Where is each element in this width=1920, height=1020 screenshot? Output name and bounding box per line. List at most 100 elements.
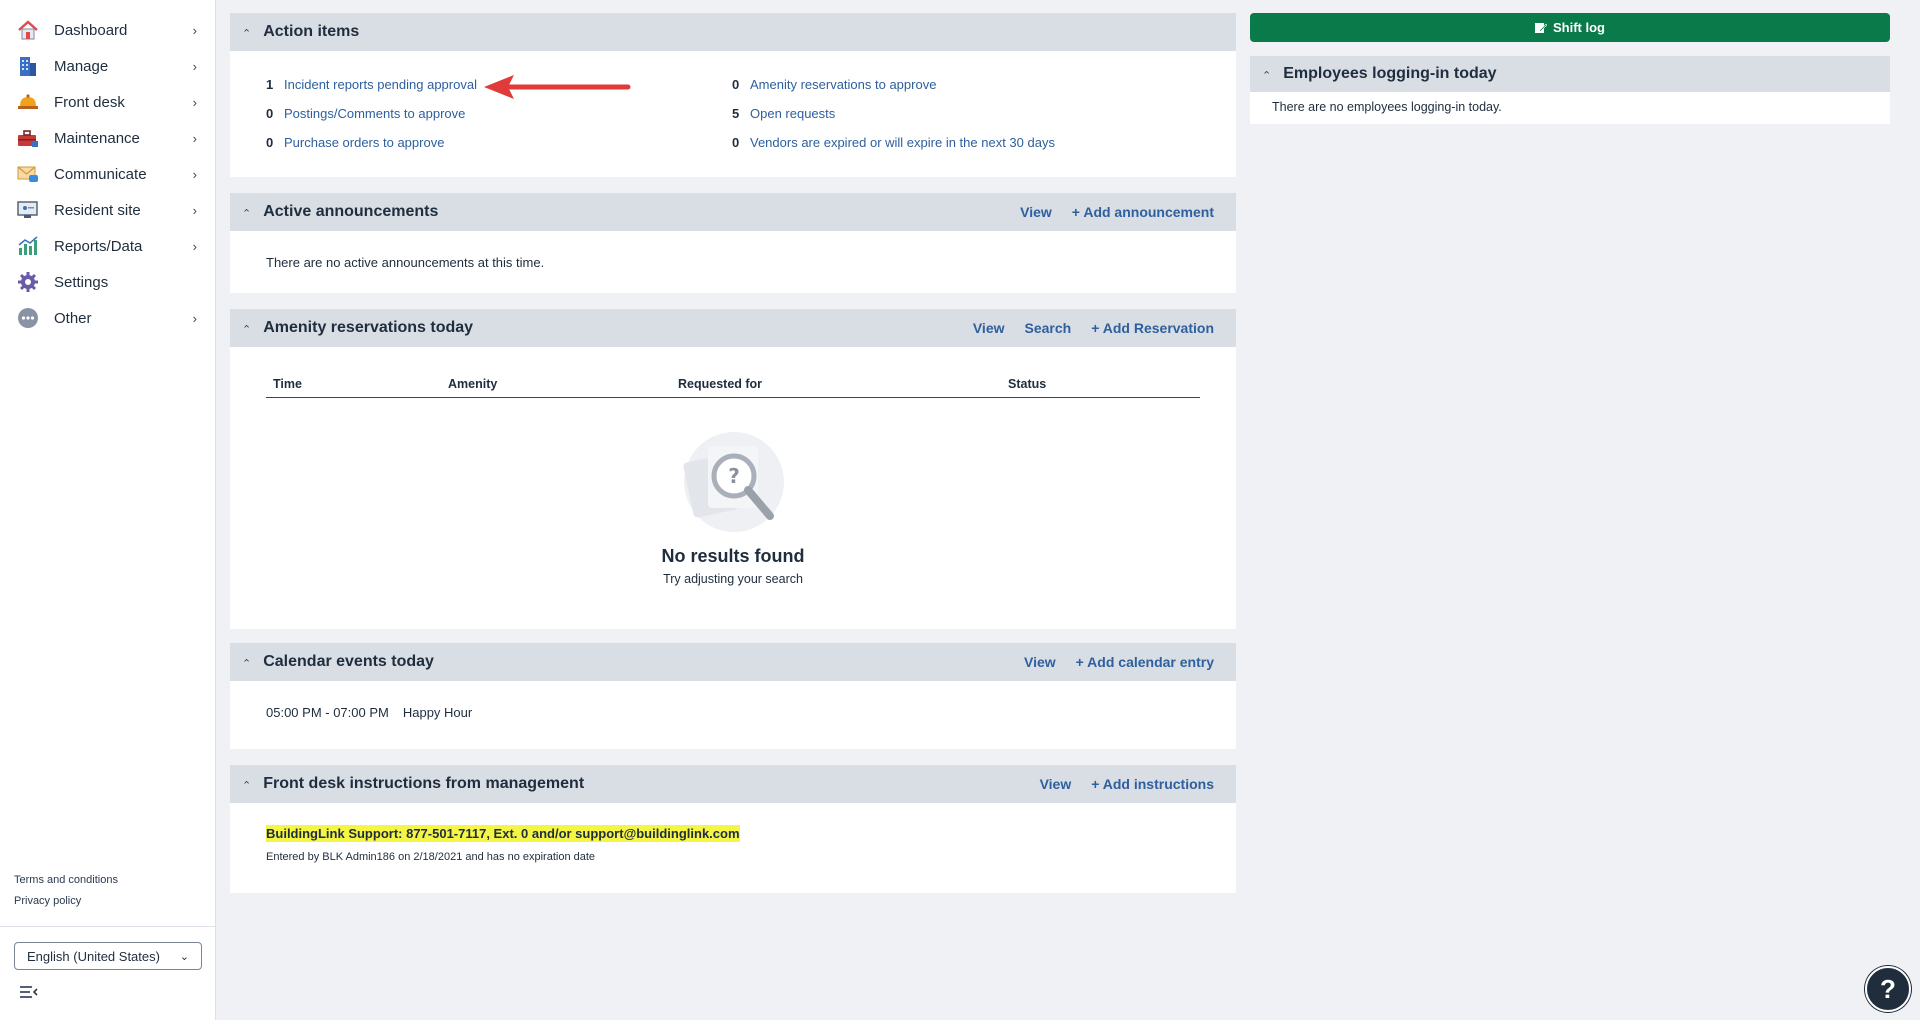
chevron-up-icon[interactable]: ⌃ [242,779,251,792]
column-header-requested-for[interactable]: Requested for [678,377,762,391]
action-item: 5 Open requests [732,106,835,121]
chevron-right-icon: › [192,22,197,38]
chevron-right-icon: › [192,166,197,182]
employees-panel: ⌃ Employees logging-in today There are n… [1250,56,1890,124]
toolbox-icon [16,126,40,150]
help-button[interactable]: ? [1865,966,1911,1012]
add-announcement-button[interactable]: + Add announcement [1072,204,1214,220]
chevron-up-icon[interactable]: ⌃ [242,323,251,336]
chevron-up-icon[interactable]: ⌃ [242,207,251,220]
add-reservation-button[interactable]: + Add Reservation [1091,320,1214,336]
panel-title: Active announcements [263,203,439,220]
sidebar-item-reports-data[interactable]: Reports/Data › [0,228,215,264]
panel-actions: View Search + Add Reservation [973,320,1214,336]
panel-actions: View + Add instructions [1040,776,1214,792]
chevron-right-icon: › [192,238,197,254]
sidebar-item-settings[interactable]: Settings [0,264,215,300]
column-header-amenity[interactable]: Amenity [448,377,497,391]
action-item-count: 0 [732,135,740,150]
panel-header[interactable]: ⌃ Amenity reservations today View Search… [230,309,1236,347]
collapse-menu-icon[interactable] [20,985,38,999]
sidebar-nav: Dashboard › Manage › Front desk › Mainte… [0,0,215,336]
sidebar-item-label: Manage [54,57,109,75]
monitor-icon [16,198,40,222]
incident-reports-link[interactable]: Incident reports pending approval [284,77,477,92]
sidebar: Dashboard › Manage › Front desk › Mainte… [0,0,216,1020]
panel-actions: View + Add announcement [1020,204,1214,220]
purchase-orders-link[interactable]: Purchase orders to approve [284,135,444,150]
chevron-right-icon: › [192,130,197,146]
no-results-magnifier-icon: ? [683,432,784,532]
employees-empty-message: There are no employees logging-in today. [1272,100,1502,114]
view-calendar-button[interactable]: View [1024,654,1056,670]
panel-header[interactable]: ⌃ Calendar events today View + Add calen… [230,643,1236,681]
sidebar-item-label: Other [54,309,92,327]
announcements-panel: ⌃ Active announcements View + Add announ… [230,193,1236,293]
sidebar-item-manage[interactable]: Manage › [0,48,215,84]
language-value: English (United States) [27,948,160,964]
sidebar-divider [0,926,216,927]
building-icon [16,54,40,78]
vendors-expire-link[interactable]: Vendors are expired or will expire in th… [750,135,1055,150]
sidebar-item-front-desk[interactable]: Front desk › [0,84,215,120]
sidebar-item-dashboard[interactable]: Dashboard › [0,12,215,48]
panel-header[interactable]: ⌃ Front desk instructions from managemen… [230,765,1236,803]
instruction-meta: Entered by BLK Admin186 on 2/18/2021 and… [266,851,596,863]
panel-title: Amenity reservations today [263,319,474,336]
sidebar-item-communicate[interactable]: Communicate › [0,156,215,192]
chevron-up-icon[interactable]: ⌃ [1262,69,1271,82]
action-item-count: 0 [732,77,740,92]
view-instructions-button[interactable]: View [1040,776,1072,792]
shift-log-label: Shift log [1553,20,1605,35]
edit-note-icon [1535,22,1547,33]
amenity-approve-link[interactable]: Amenity reservations to approve [750,77,936,92]
sidebar-item-other[interactable]: Other › [0,300,215,336]
column-header-time[interactable]: Time [273,377,302,391]
panel-title: Calendar events today [263,653,434,670]
calendar-event[interactable]: 05:00 PM - 07:00 PM Happy Hour [266,705,472,720]
column-header-status[interactable]: Status [1008,377,1046,391]
add-instructions-button[interactable]: + Add instructions [1091,776,1214,792]
panel-header[interactable]: ⌃ Active announcements View + Add announ… [230,193,1236,231]
event-name: Happy Hour [402,705,473,720]
panel-actions: View + Add calendar entry [1024,654,1214,670]
sidebar-item-label: Communicate [54,165,147,183]
chevron-right-icon: › [192,310,197,326]
privacy-link[interactable]: Privacy policy [14,895,118,907]
sidebar-item-label: Resident site [54,201,141,219]
action-item: 0 Purchase orders to approve [266,135,444,150]
help-label: ? [1880,973,1896,1004]
terms-link[interactable]: Terms and conditions [14,874,118,886]
instruction-text: BuildingLink Support: 877-501-7117, Ext.… [266,825,740,842]
panel-header[interactable]: ⌃ Action items [230,13,1236,51]
language-select[interactable]: English (United States) ⌄ [14,942,202,970]
bar-chart-icon [16,234,40,258]
sidebar-item-label: Settings [54,273,109,291]
panel-title: Action items [263,23,360,40]
chevron-right-icon: › [192,94,197,110]
view-announcements-button[interactable]: View [1020,204,1052,220]
panel-title: Front desk instructions from management [263,775,585,792]
sidebar-item-maintenance[interactable]: Maintenance › [0,120,215,156]
shift-log-button[interactable]: Shift log [1250,13,1890,42]
action-item-count: 5 [732,106,740,121]
action-item-count: 1 [266,77,274,92]
search-reservations-button[interactable]: Search [1025,320,1072,336]
open-requests-link[interactable]: Open requests [750,106,835,121]
chevron-up-icon[interactable]: ⌃ [242,657,251,670]
add-calendar-entry-button[interactable]: + Add calendar entry [1076,654,1214,670]
chevron-up-icon[interactable]: ⌃ [242,27,251,40]
action-item: 0 Amenity reservations to approve [732,77,936,92]
sidebar-item-resident-site[interactable]: Resident site › [0,192,215,228]
no-results-subtitle: Try adjusting your search [663,572,803,586]
panel-header[interactable]: ⌃ Employees logging-in today [1250,56,1890,92]
action-item: 0 Vendors are expired or will expire in … [732,135,1055,150]
sidebar-item-label: Maintenance [54,129,140,147]
action-item: 0 Postings/Comments to approve [266,106,465,121]
postings-comments-link[interactable]: Postings/Comments to approve [284,106,465,121]
empty-message: There are no active announcements at thi… [266,255,545,270]
sidebar-item-label: Reports/Data [54,237,143,255]
front-desk-instructions-panel: ⌃ Front desk instructions from managemen… [230,765,1236,893]
event-time: 05:00 PM - 07:00 PM [266,705,389,720]
view-reservations-button[interactable]: View [973,320,1005,336]
